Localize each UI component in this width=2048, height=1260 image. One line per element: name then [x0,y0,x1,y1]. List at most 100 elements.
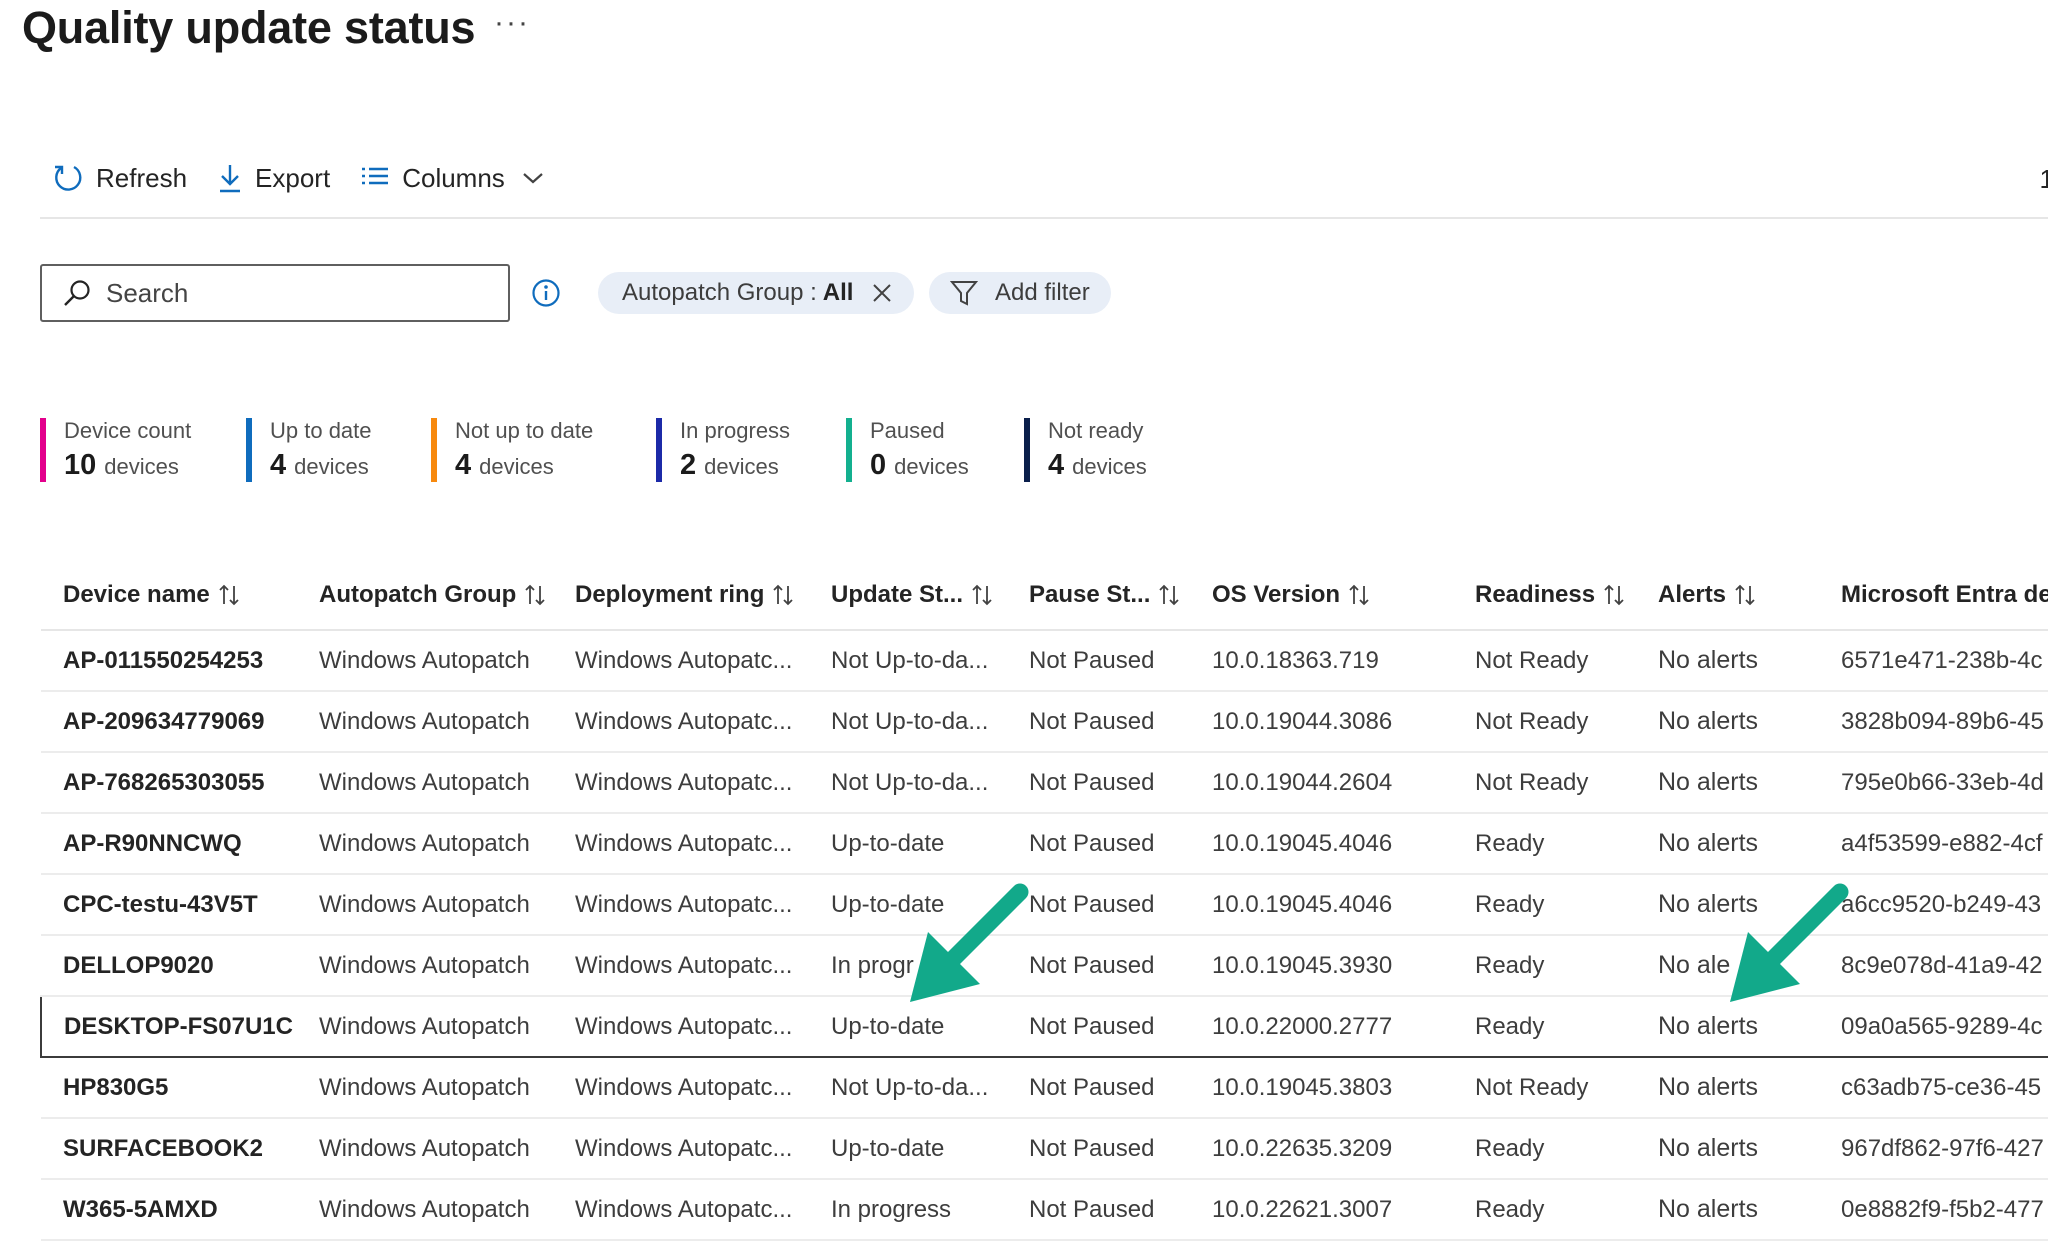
column-header[interactable]: Microsoft Entra de [1819,560,2048,631]
stat-label: Device count [64,418,192,443]
stat-unit: devices [294,454,369,479]
more-options-button[interactable]: ··· [494,6,530,40]
autopatch-group-filter-pill[interactable]: Autopatch Group : All [598,272,914,314]
column-header[interactable]: Deployment ring [553,560,809,631]
table-cell: Windows Autopatch [297,752,553,814]
table-cell[interactable]: AP-209634779069 [41,691,297,753]
refresh-button[interactable]: Refresh [52,162,187,194]
table-cell[interactable]: AP-R90NNCWQ [41,813,297,875]
sort-icon[interactable] [772,583,794,607]
stat-card[interactable]: Device count 10 devices [40,418,191,482]
column-header-label: Deployment ring [575,580,765,608]
stat-label: Paused [870,418,945,443]
column-header[interactable]: Update St... [809,560,1007,631]
table-cell: Not Paused [1007,935,1190,997]
column-header[interactable]: Readiness [1453,560,1636,631]
stat-card[interactable]: Not up to date 4 devices [431,418,593,482]
sort-icon[interactable] [1603,583,1625,607]
stat-value: 4 devices [1048,451,1147,480]
table-cell: No alerts [1636,1118,1819,1180]
stat-card[interactable]: Paused 0 devices [846,418,969,482]
table-cell[interactable]: SURFACEBOOK2 [41,1118,297,1180]
table-row[interactable]: DESKTOP-FS07U1C Windows Autopatch Windows … [40,995,2048,1058]
table-row[interactable]: AP-209634779069 Windows Autopatch Windows … [41,691,2048,753]
stat-card[interactable]: In progress 2 devices [656,418,790,482]
column-header[interactable]: Autopatch Group [297,560,553,631]
table-cell: Not Paused [1007,1057,1190,1119]
table-cell: 8c9e078d-41a9-42 [1819,935,2048,997]
column-header[interactable]: Pause St... [1007,560,1190,631]
export-button[interactable]: Export [217,162,330,194]
toolbar-divider [40,217,2048,219]
stat-card[interactable]: Up to date 4 devices [246,418,372,482]
stat-count: 2 [680,449,697,481]
sort-icon[interactable] [1734,583,1756,607]
table-cell: Windows Autopatch [297,995,553,1058]
table-cell: Ready [1453,874,1636,936]
stat-card[interactable]: Not ready 4 devices [1024,418,1147,482]
table-cell[interactable]: CPC-testu-43V5T [41,874,297,936]
refresh-label: Refresh [96,162,188,193]
table-cell: Windows Autopatc... [553,1179,809,1241]
table-cell: Not Paused [1007,874,1190,936]
table-cell: Ready [1453,995,1636,1058]
devices-table: Device name Autopatch Group Deployment rin… [40,560,2048,1241]
table-cell: 10.0.19045.3930 [1190,935,1453,997]
table-cell: No alerts [1636,752,1819,814]
table-cell: No alerts [1636,630,1819,692]
table-cell: Windows Autopatc... [553,1057,809,1119]
sort-icon[interactable] [218,583,240,607]
stat-value: 4 devices [455,449,593,481]
add-filter-button[interactable]: Add filter [929,272,1111,314]
page-title: Quality update status [22,2,476,53]
column-header-label: Update St... [831,580,964,608]
table-cell[interactable]: AP-768265303055 [41,752,297,814]
table-cell[interactable]: DESKTOP-FS07U1C [40,995,297,1058]
sort-icon[interactable] [1348,583,1370,607]
columns-button[interactable]: Columns [360,163,545,194]
table-row[interactable]: AP-768265303055 Windows Autopatch Windows … [41,752,2048,814]
table-cell: c63adb75-ce36-45 [1819,1057,2048,1119]
sort-icon[interactable] [524,583,546,607]
column-header[interactable]: Alerts [1636,560,1819,631]
table-body: AP-011550254253 Windows Autopatch Windows … [40,630,2048,1241]
table-row[interactable]: HP830G5 Windows Autopatch Windows Autopatc… [41,1057,2048,1119]
filter-label: Autopatch Group : [622,279,817,306]
table-cell: Windows Autopatch [297,813,553,875]
sort-icon[interactable] [971,583,993,607]
table-cell: In progress [809,1179,1007,1241]
stat-count: 0 [870,449,887,481]
search-input[interactable] [106,277,486,309]
stat-label: Up to date [270,418,372,443]
table-cell: Windows Autopatc... [553,1118,809,1180]
table-row[interactable]: W365-5AMXD Windows Autopatch Windows Autop… [41,1179,2048,1241]
table-cell: Not Paused [1007,1118,1190,1180]
column-header[interactable]: OS Version [1190,560,1453,631]
chevron-down-icon [523,173,543,184]
table-cell: Up-to-date [809,874,1007,936]
table-cell: Windows Autopatc... [553,874,809,936]
table-cell: 10.0.22635.3209 [1190,1118,1453,1180]
table-row[interactable]: AP-R90NNCWQ Windows Autopatch Windows Auto… [41,813,2048,875]
table-cell[interactable]: W365-5AMXD [41,1179,297,1241]
table-cell: 10.0.19045.4046 [1190,874,1453,936]
table-cell: 967df862-97f6-427 [1819,1118,2048,1180]
close-icon[interactable] [870,281,894,305]
table-cell[interactable]: AP-011550254253 [41,630,297,692]
table-cell: 10.0.22621.3007 [1190,1179,1453,1241]
table-row[interactable]: SURFACEBOOK2 Windows Autopatch Windows Aut… [41,1118,2048,1180]
table-cell[interactable]: DELLOP9020 [41,935,297,997]
stat-label: Not ready [1048,418,1144,443]
stat-unit: devices [1072,454,1147,479]
table-cell: Windows Autopatch [297,691,553,753]
search-box[interactable] [40,264,510,322]
table-cell[interactable]: HP830G5 [41,1057,297,1119]
table-row[interactable]: AP-011550254253 Windows Autopatch Windows … [41,630,2048,692]
table-cell: No alerts [1636,691,1819,753]
sort-icon[interactable] [1158,583,1180,607]
column-header[interactable]: Device name [41,560,297,631]
table-row[interactable]: CPC-testu-43V5T Windows Autopatch Windows … [41,874,2048,936]
table-row[interactable]: DELLOP9020 Windows Autopatch Windows Autop… [41,935,2048,997]
info-icon[interactable] [531,278,561,308]
stat-count: 4 [455,449,472,481]
